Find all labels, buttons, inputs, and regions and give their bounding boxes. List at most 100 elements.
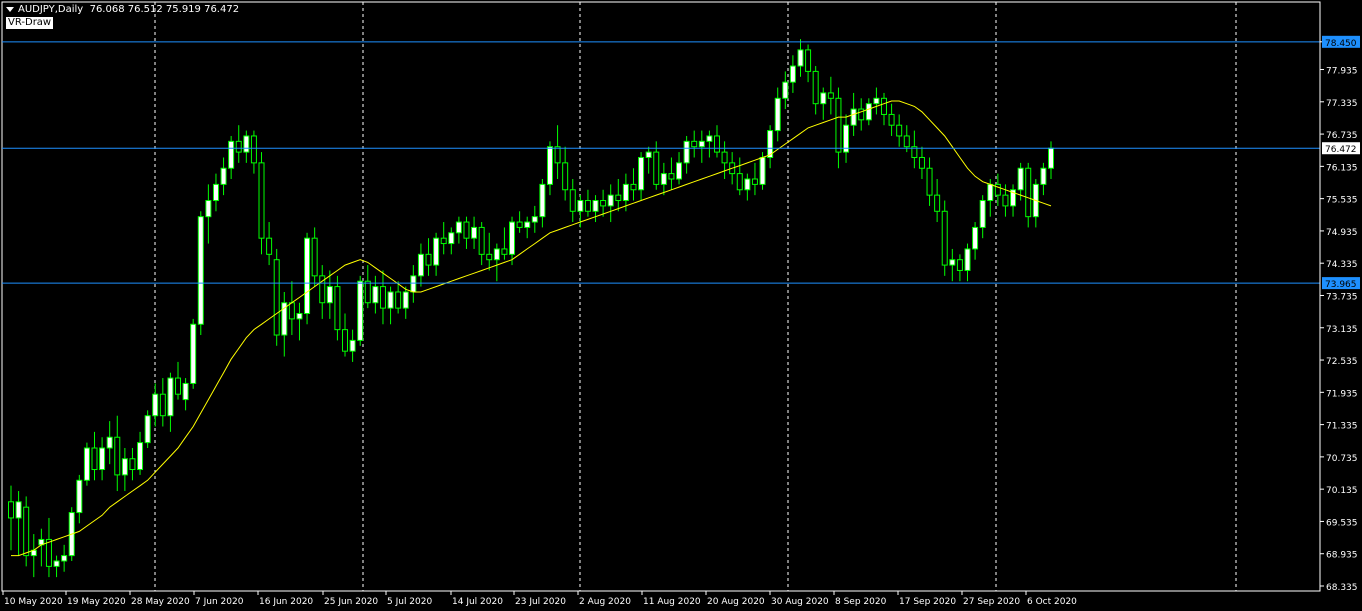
candle-body bbox=[311, 237, 318, 277]
time-tick-label: 6 Oct 2020 bbox=[1027, 597, 1077, 607]
candle-body bbox=[721, 151, 728, 164]
candle-body bbox=[349, 339, 356, 352]
candle-body bbox=[979, 200, 986, 228]
candle-body bbox=[23, 506, 30, 557]
candle-body bbox=[212, 183, 219, 202]
price-tag-label: 73.965 bbox=[1325, 280, 1357, 290]
price-tick-label: 73.735 bbox=[1326, 292, 1358, 302]
time-tick-label: 5 Jul 2020 bbox=[387, 597, 432, 607]
candle-body bbox=[805, 49, 812, 72]
time-tick-label: 23 Jul 2020 bbox=[515, 597, 566, 607]
candle-body bbox=[106, 436, 113, 449]
candle-body bbox=[190, 323, 197, 384]
candle-body bbox=[471, 226, 478, 239]
time-tick-label: 7 Jun 2020 bbox=[195, 597, 244, 607]
candle-body bbox=[964, 248, 971, 271]
price-tag-label: 76.472 bbox=[1325, 145, 1357, 155]
ohlc-readout: 76.068 76.512 75.919 76.472 bbox=[89, 4, 240, 15]
candle-body bbox=[493, 248, 500, 261]
candle-body bbox=[1048, 147, 1054, 169]
candle-body bbox=[61, 555, 68, 562]
candle-body bbox=[372, 286, 379, 304]
candle-body bbox=[1017, 167, 1024, 191]
time-tick-label: 16 Jun 2020 bbox=[259, 597, 313, 607]
candle-body bbox=[691, 140, 698, 148]
candle-body bbox=[425, 253, 432, 266]
price-tag-label: 78.450 bbox=[1325, 39, 1357, 49]
dropdown-triangle-icon[interactable] bbox=[6, 6, 14, 12]
candle-body bbox=[698, 140, 705, 148]
candle-body bbox=[326, 286, 333, 304]
candle-body bbox=[524, 221, 531, 228]
candle-body bbox=[934, 194, 941, 212]
price-tick-label: 76.735 bbox=[1326, 131, 1358, 141]
candle-body bbox=[531, 216, 538, 223]
candle-body bbox=[99, 447, 106, 471]
time-tick-label: 10 May 2020 bbox=[4, 597, 63, 607]
candle-body bbox=[812, 70, 819, 105]
candle-body bbox=[235, 140, 242, 153]
price-tick-label: 77.935 bbox=[1326, 67, 1358, 77]
candle-body bbox=[402, 291, 409, 309]
candle-body bbox=[334, 286, 341, 331]
candle-body bbox=[759, 156, 766, 185]
candle-body bbox=[8, 501, 14, 519]
candle-body bbox=[592, 200, 599, 212]
candle-body bbox=[539, 183, 546, 218]
candle-body bbox=[569, 189, 576, 212]
candle-body bbox=[896, 124, 903, 137]
candle-body bbox=[258, 162, 265, 239]
candle-body bbox=[182, 382, 189, 401]
candle-body bbox=[417, 253, 424, 277]
candle-body bbox=[713, 135, 720, 153]
candle-body bbox=[835, 97, 842, 153]
moving-average-line bbox=[11, 100, 1052, 557]
candle-body bbox=[448, 232, 455, 245]
candle-body bbox=[410, 275, 417, 293]
price-tick-label: 68.335 bbox=[1326, 583, 1358, 593]
price-tick-label: 72.535 bbox=[1326, 357, 1358, 367]
candle-body bbox=[562, 162, 569, 191]
chart-canvas[interactable]: 78.450 77.935 77.335 76.735 76.135 75.535 74.9… bbox=[0, 0, 1362, 611]
candle-body bbox=[880, 97, 887, 115]
candle-body bbox=[888, 113, 895, 126]
time-tick-label: 2 Aug 2020 bbox=[579, 597, 631, 607]
candle-body bbox=[865, 103, 872, 121]
candle-body bbox=[736, 173, 743, 191]
candle-body bbox=[638, 156, 645, 191]
candle-body bbox=[379, 286, 386, 309]
time-tick-label: 28 May 2020 bbox=[131, 597, 190, 607]
candle-body bbox=[645, 151, 652, 158]
candle-body bbox=[167, 377, 174, 417]
time-tick-label: 30 Aug 2020 bbox=[771, 597, 829, 607]
candle-body bbox=[121, 458, 128, 476]
candle-body bbox=[296, 313, 303, 320]
candle-body bbox=[387, 291, 394, 309]
candle-body bbox=[987, 183, 994, 202]
candle-body bbox=[250, 135, 257, 164]
price-tick-label: 69.535 bbox=[1326, 518, 1358, 528]
candle-body bbox=[342, 329, 349, 352]
candle-body bbox=[395, 291, 402, 309]
candle-body bbox=[797, 49, 804, 67]
candle-body bbox=[584, 200, 591, 212]
candle-body bbox=[706, 135, 713, 142]
candle-body bbox=[144, 415, 151, 444]
time-tick-label: 11 Aug 2020 bbox=[643, 597, 701, 607]
candle-body bbox=[175, 377, 182, 395]
candle-body bbox=[941, 210, 948, 266]
candle-body bbox=[129, 458, 136, 471]
candle-body bbox=[273, 259, 280, 336]
time-tick-label: 14 Jul 2020 bbox=[452, 597, 503, 607]
symbol-timeframe: AUDJPY,Daily bbox=[18, 4, 84, 15]
candle-body bbox=[774, 97, 781, 132]
candle-body bbox=[820, 92, 827, 105]
candle-body bbox=[751, 178, 758, 185]
candle-body bbox=[1040, 167, 1047, 185]
vr-draw-label[interactable]: VR-Draw bbox=[6, 17, 54, 29]
candle-body bbox=[956, 259, 963, 271]
candle-body bbox=[660, 173, 667, 185]
candle-body bbox=[918, 156, 925, 169]
price-tick-label: 70.135 bbox=[1326, 486, 1358, 496]
candle-body bbox=[304, 237, 311, 315]
